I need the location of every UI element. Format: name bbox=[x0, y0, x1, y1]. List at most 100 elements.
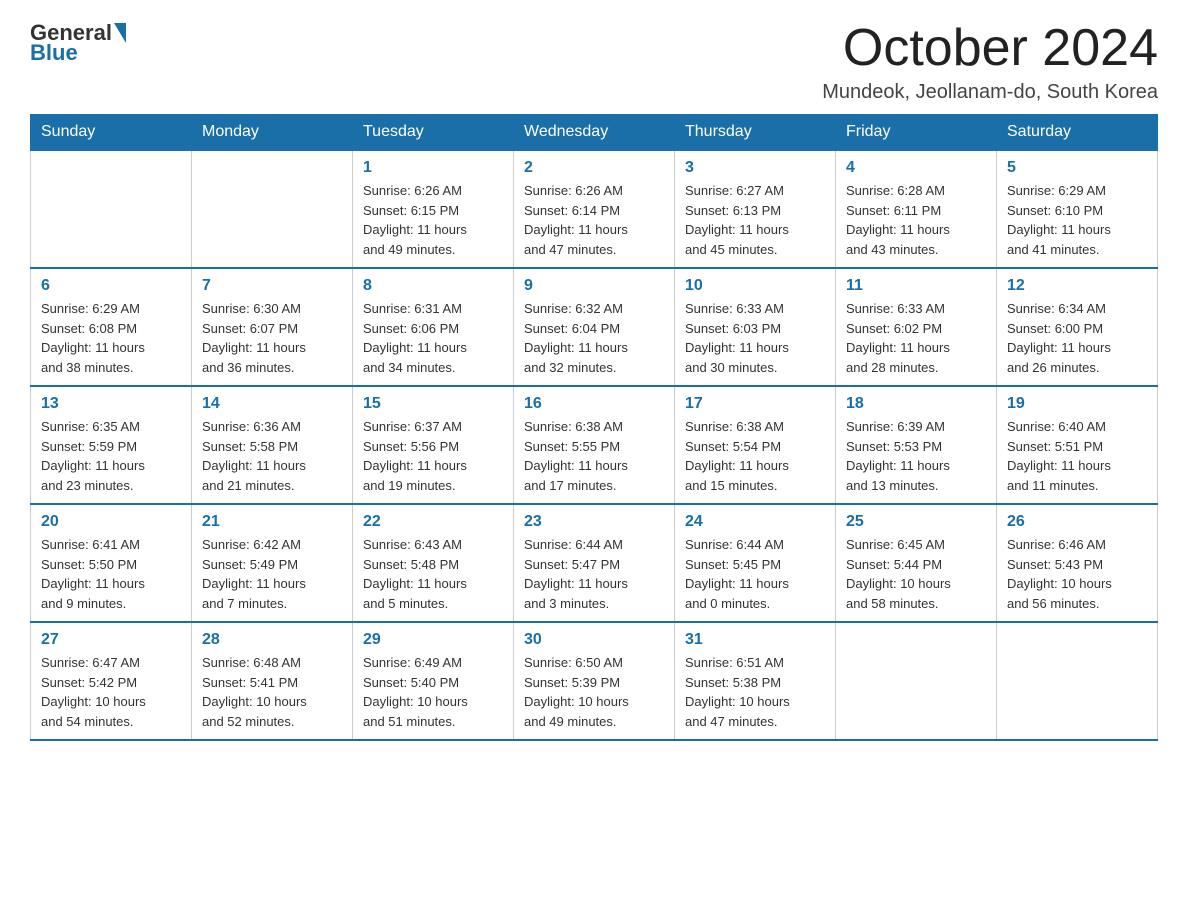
day-info: Sunrise: 6:40 AM Sunset: 5:51 PM Dayligh… bbox=[1007, 417, 1147, 495]
calendar-cell: 9 Sunrise: 6:32 AM Sunset: 6:04 PM Daylig… bbox=[514, 268, 675, 386]
day-info: Sunrise: 6:38 AM Sunset: 5:54 PM Dayligh… bbox=[685, 417, 825, 495]
day-number: 7 bbox=[202, 277, 342, 295]
day-info: Sunrise: 6:35 AM Sunset: 5:59 PM Dayligh… bbox=[41, 417, 181, 495]
calendar-cell: 15 Sunrise: 6:37 AM Sunset: 5:56 PM Dayli… bbox=[353, 386, 514, 504]
day-info: Sunrise: 6:26 AM Sunset: 6:15 PM Dayligh… bbox=[363, 181, 503, 259]
day-info: Sunrise: 6:50 AM Sunset: 5:39 PM Dayligh… bbox=[524, 653, 664, 731]
weekday-header-sunday: Sunday bbox=[31, 115, 192, 151]
page-header: General Blue October 2024 Mundeok, Jeoll… bbox=[30, 20, 1158, 104]
calendar-cell: 23 Sunrise: 6:44 AM Sunset: 5:47 PM Dayli… bbox=[514, 504, 675, 622]
day-number: 28 bbox=[202, 631, 342, 649]
day-info: Sunrise: 6:51 AM Sunset: 5:38 PM Dayligh… bbox=[685, 653, 825, 731]
weekday-header-friday: Friday bbox=[836, 115, 997, 151]
day-number: 12 bbox=[1007, 277, 1147, 295]
day-number: 17 bbox=[685, 395, 825, 413]
day-number: 24 bbox=[685, 513, 825, 531]
day-number: 18 bbox=[846, 395, 986, 413]
day-info: Sunrise: 6:33 AM Sunset: 6:03 PM Dayligh… bbox=[685, 299, 825, 377]
day-number: 20 bbox=[41, 513, 181, 531]
calendar-cell: 20 Sunrise: 6:41 AM Sunset: 5:50 PM Dayli… bbox=[31, 504, 192, 622]
day-number: 10 bbox=[685, 277, 825, 295]
day-number: 26 bbox=[1007, 513, 1147, 531]
day-info: Sunrise: 6:43 AM Sunset: 5:48 PM Dayligh… bbox=[363, 535, 503, 613]
calendar-table: SundayMondayTuesdayWednesdayThursdayFrid… bbox=[30, 114, 1158, 741]
day-number: 11 bbox=[846, 277, 986, 295]
calendar-cell: 28 Sunrise: 6:48 AM Sunset: 5:41 PM Dayli… bbox=[192, 622, 353, 740]
day-info: Sunrise: 6:41 AM Sunset: 5:50 PM Dayligh… bbox=[41, 535, 181, 613]
day-number: 6 bbox=[41, 277, 181, 295]
calendar-cell: 27Sunrise: 6:47 AM Sunset: 5:42 PM Dayli… bbox=[31, 622, 192, 740]
day-number: 23 bbox=[524, 513, 664, 531]
day-number: 30 bbox=[524, 631, 664, 649]
day-info: Sunrise: 6:46 AM Sunset: 5:43 PM Dayligh… bbox=[1007, 535, 1147, 613]
day-info: Sunrise: 6:33 AM Sunset: 6:02 PM Dayligh… bbox=[846, 299, 986, 377]
day-info: Sunrise: 6:34 AM Sunset: 6:00 PM Dayligh… bbox=[1007, 299, 1147, 377]
day-info: Sunrise: 6:27 AM Sunset: 6:13 PM Dayligh… bbox=[685, 181, 825, 259]
day-number: 5 bbox=[1007, 159, 1147, 177]
calendar-cell: 26 Sunrise: 6:46 AM Sunset: 5:43 PM Dayli… bbox=[997, 504, 1158, 622]
day-info: Sunrise: 6:26 AM Sunset: 6:14 PM Dayligh… bbox=[524, 181, 664, 259]
week-row-3: 13 Sunrise: 6:35 AM Sunset: 5:59 PM Dayli… bbox=[31, 386, 1158, 504]
calendar-cell bbox=[31, 150, 192, 268]
day-info: Sunrise: 6:36 AM Sunset: 5:58 PM Dayligh… bbox=[202, 417, 342, 495]
calendar-cell: 21Sunrise: 6:42 AM Sunset: 5:49 PM Dayli… bbox=[192, 504, 353, 622]
day-info: Sunrise: 6:32 AM Sunset: 6:04 PM Dayligh… bbox=[524, 299, 664, 377]
week-row-5: 27Sunrise: 6:47 AM Sunset: 5:42 PM Dayli… bbox=[31, 622, 1158, 740]
day-info: Sunrise: 6:37 AM Sunset: 5:56 PM Dayligh… bbox=[363, 417, 503, 495]
calendar-cell: 3 Sunrise: 6:27 AM Sunset: 6:13 PM Daylig… bbox=[675, 150, 836, 268]
calendar-cell: 1 Sunrise: 6:26 AM Sunset: 6:15 PM Daylig… bbox=[353, 150, 514, 268]
calendar-cell: 22Sunrise: 6:43 AM Sunset: 5:48 PM Dayli… bbox=[353, 504, 514, 622]
day-number: 14 bbox=[202, 395, 342, 413]
day-info: Sunrise: 6:49 AM Sunset: 5:40 PM Dayligh… bbox=[363, 653, 503, 731]
day-info: Sunrise: 6:44 AM Sunset: 5:47 PM Dayligh… bbox=[524, 535, 664, 613]
logo-triangle-icon bbox=[114, 23, 126, 43]
calendar-cell: 13 Sunrise: 6:35 AM Sunset: 5:59 PM Dayli… bbox=[31, 386, 192, 504]
calendar-cell: 18Sunrise: 6:39 AM Sunset: 5:53 PM Dayli… bbox=[836, 386, 997, 504]
calendar-cell: 19 Sunrise: 6:40 AM Sunset: 5:51 PM Dayli… bbox=[997, 386, 1158, 504]
day-info: Sunrise: 6:47 AM Sunset: 5:42 PM Dayligh… bbox=[41, 653, 181, 731]
location-title: Mundeok, Jeollanam-do, South Korea bbox=[822, 81, 1158, 104]
day-number: 15 bbox=[363, 395, 503, 413]
weekday-header-monday: Monday bbox=[192, 115, 353, 151]
calendar-cell: 31 Sunrise: 6:51 AM Sunset: 5:38 PM Dayli… bbox=[675, 622, 836, 740]
day-number: 8 bbox=[363, 277, 503, 295]
calendar-cell: 5Sunrise: 6:29 AM Sunset: 6:10 PM Daylig… bbox=[997, 150, 1158, 268]
day-info: Sunrise: 6:45 AM Sunset: 5:44 PM Dayligh… bbox=[846, 535, 986, 613]
calendar-cell: 12 Sunrise: 6:34 AM Sunset: 6:00 PM Dayli… bbox=[997, 268, 1158, 386]
title-area: October 2024 Mundeok, Jeollanam-do, Sout… bbox=[822, 20, 1158, 104]
weekday-header-row: SundayMondayTuesdayWednesdayThursdayFrid… bbox=[31, 115, 1158, 151]
calendar-cell: 29 Sunrise: 6:49 AM Sunset: 5:40 PM Dayli… bbox=[353, 622, 514, 740]
calendar-cell: 16 Sunrise: 6:38 AM Sunset: 5:55 PM Dayli… bbox=[514, 386, 675, 504]
calendar-cell bbox=[997, 622, 1158, 740]
calendar-cell: 2 Sunrise: 6:26 AM Sunset: 6:14 PM Daylig… bbox=[514, 150, 675, 268]
day-info: Sunrise: 6:44 AM Sunset: 5:45 PM Dayligh… bbox=[685, 535, 825, 613]
calendar-cell: 17 Sunrise: 6:38 AM Sunset: 5:54 PM Dayli… bbox=[675, 386, 836, 504]
day-info: Sunrise: 6:48 AM Sunset: 5:41 PM Dayligh… bbox=[202, 653, 342, 731]
day-number: 25 bbox=[846, 513, 986, 531]
week-row-4: 20 Sunrise: 6:41 AM Sunset: 5:50 PM Dayli… bbox=[31, 504, 1158, 622]
day-number: 3 bbox=[685, 159, 825, 177]
calendar-cell bbox=[192, 150, 353, 268]
calendar-cell: 8Sunrise: 6:31 AM Sunset: 6:06 PM Daylig… bbox=[353, 268, 514, 386]
week-row-1: 1 Sunrise: 6:26 AM Sunset: 6:15 PM Daylig… bbox=[31, 150, 1158, 268]
day-info: Sunrise: 6:38 AM Sunset: 5:55 PM Dayligh… bbox=[524, 417, 664, 495]
day-info: Sunrise: 6:30 AM Sunset: 6:07 PM Dayligh… bbox=[202, 299, 342, 377]
calendar-cell: 24 Sunrise: 6:44 AM Sunset: 5:45 PM Dayli… bbox=[675, 504, 836, 622]
day-number: 9 bbox=[524, 277, 664, 295]
week-row-2: 6Sunrise: 6:29 AM Sunset: 6:08 PM Daylig… bbox=[31, 268, 1158, 386]
day-number: 2 bbox=[524, 159, 664, 177]
day-info: Sunrise: 6:28 AM Sunset: 6:11 PM Dayligh… bbox=[846, 181, 986, 259]
day-number: 31 bbox=[685, 631, 825, 649]
day-number: 29 bbox=[363, 631, 503, 649]
weekday-header-tuesday: Tuesday bbox=[353, 115, 514, 151]
logo: General Blue bbox=[30, 20, 128, 66]
calendar-cell bbox=[836, 622, 997, 740]
day-number: 1 bbox=[363, 159, 503, 177]
calendar-cell: 6Sunrise: 6:29 AM Sunset: 6:08 PM Daylig… bbox=[31, 268, 192, 386]
calendar-cell: 14 Sunrise: 6:36 AM Sunset: 5:58 PM Dayli… bbox=[192, 386, 353, 504]
calendar-cell: 25 Sunrise: 6:45 AM Sunset: 5:44 PM Dayli… bbox=[836, 504, 997, 622]
day-number: 19 bbox=[1007, 395, 1147, 413]
day-number: 16 bbox=[524, 395, 664, 413]
calendar-cell: 30 Sunrise: 6:50 AM Sunset: 5:39 PM Dayli… bbox=[514, 622, 675, 740]
day-number: 13 bbox=[41, 395, 181, 413]
